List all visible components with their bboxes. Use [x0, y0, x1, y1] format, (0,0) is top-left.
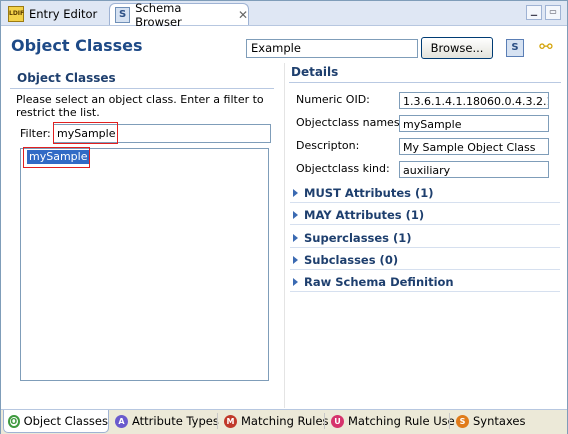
schema-search-input[interactable]: Example — [246, 39, 418, 58]
browse-button[interactable]: Browse... — [421, 37, 493, 59]
highlight-box — [23, 147, 90, 168]
tab-label: Syntaxes — [473, 414, 526, 428]
highlight-box — [53, 122, 118, 144]
filter-label: Filter: — [20, 127, 51, 140]
expand-arrow-icon — [293, 256, 298, 264]
divider — [217, 413, 218, 429]
tab-label: Object Classes — [23, 414, 108, 428]
field-label-oid: Numeric OID: — [296, 93, 370, 106]
tab-syntaxes[interactable]: S Syntaxes — [452, 410, 525, 432]
divider — [10, 88, 274, 89]
schema-icon: S — [115, 6, 131, 23]
divider — [289, 82, 561, 83]
matching-rule-icon: M — [224, 414, 237, 428]
objectclass-kind-field[interactable]: auxiliary — [399, 161, 549, 178]
section-superclasses[interactable]: Superclasses (1) — [290, 229, 560, 248]
tab-label: Matching Rule Use — [348, 414, 455, 428]
section-may-attributes[interactable]: MAY Attributes (1) — [290, 206, 560, 225]
attribute-type-icon: A — [115, 414, 128, 428]
divider — [449, 413, 450, 429]
section-raw-schema-definition[interactable]: Raw Schema Definition — [290, 273, 560, 292]
expand-arrow-icon — [293, 234, 298, 242]
tab-entry-editor[interactable]: LDIF Entry Editor — [3, 3, 107, 24]
section-label: Subclasses (0) — [304, 253, 399, 267]
expand-arrow-icon — [293, 278, 298, 286]
field-label-names: Objectclass names: — [296, 116, 404, 129]
details-title: Details — [291, 65, 339, 79]
expand-arrow-icon — [293, 211, 298, 219]
object-class-icon: O — [8, 414, 20, 428]
tab-label: Schema Browser — [135, 0, 182, 29]
tab-label: Attribute Types — [132, 414, 219, 428]
section-label: MUST Attributes (1) — [304, 186, 434, 200]
tab-matching-rule-use[interactable]: U Matching Rule Use — [327, 410, 455, 432]
divider — [284, 63, 285, 408]
object-class-list[interactable]: mySample — [20, 148, 269, 381]
tab-attribute-types[interactable]: A Attribute Types — [111, 410, 219, 432]
section-must-attributes[interactable]: MUST Attributes (1) — [290, 184, 560, 203]
section-label: Superclasses (1) — [304, 231, 412, 245]
section-label: MAY Attributes (1) — [304, 208, 425, 222]
tab-matching-rules[interactable]: M Matching Rules — [220, 410, 329, 432]
section-subclasses[interactable]: Subclasses (0) — [290, 251, 560, 270]
section-label: Raw Schema Definition — [304, 275, 454, 289]
matching-rule-use-icon: U — [331, 414, 344, 428]
tab-label: Matching Rules — [241, 414, 329, 428]
expand-arrow-icon — [293, 189, 298, 197]
bottom-tab-bar: O Object Classes A Attribute Types M Mat… — [1, 409, 567, 434]
maximize-button[interactable]: ▭ — [545, 5, 561, 20]
tab-object-classes[interactable]: O Object Classes — [3, 410, 109, 433]
panel-description: Please select an object class. Enter a f… — [16, 93, 264, 119]
numeric-oid-field[interactable]: 1.3.6.1.4.1.18060.0.4.3.2.1.2.1 — [399, 92, 549, 109]
object-classes-panel: Object Classes Please select an object c… — [10, 68, 274, 408]
tab-schema-browser[interactable]: S Schema Browser ✕ — [109, 1, 249, 29]
ldif-file-icon: LDIF — [8, 5, 24, 22]
syntax-icon: S — [456, 414, 469, 428]
details-panel: Details Numeric OID: 1.3.6.1.4.1.18060.0… — [289, 63, 561, 303]
minimize-button[interactable]: ▁ — [526, 5, 542, 20]
field-label-description: Descripton: — [296, 139, 360, 152]
close-icon[interactable]: ✕ — [238, 8, 248, 22]
page-title: Object Classes — [11, 36, 143, 55]
objectclass-names-field[interactable]: mySample — [399, 115, 549, 132]
editor-tab-bar: LDIF Entry Editor S Schema Browser ✕ ▁ ▭ — [1, 1, 567, 29]
section-title: Object Classes — [17, 71, 116, 85]
divider — [324, 413, 325, 429]
field-label-kind: Objectclass kind: — [296, 162, 390, 175]
link-with-editor-icon[interactable]: ⚯ — [537, 38, 555, 56]
description-field[interactable]: My Sample Object Class — [399, 138, 549, 155]
schema-browser-window: LDIF Entry Editor S Schema Browser ✕ ▁ ▭… — [0, 0, 568, 434]
schema-show-icon[interactable]: S — [506, 39, 524, 57]
tab-label: Entry Editor — [29, 6, 98, 21]
